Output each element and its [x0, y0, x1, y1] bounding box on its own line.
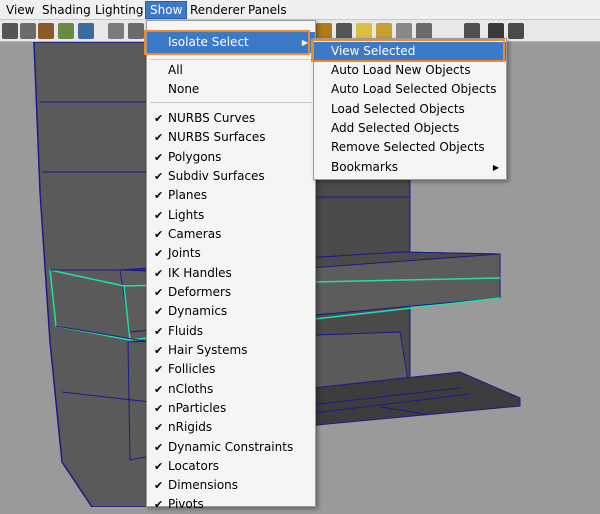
image-plane-icon[interactable] — [58, 23, 74, 39]
menu-item-none[interactable]: None — [147, 80, 315, 99]
menu-lighting[interactable]: Lighting — [91, 2, 148, 18]
submenu-item-view-selected[interactable]: View Selected — [314, 42, 506, 61]
menu-shading[interactable]: Shading — [38, 2, 95, 18]
submenu-item-remove-selected-objects[interactable]: Remove Selected Objects — [314, 138, 506, 157]
menu-item-fluids[interactable]: ✔ Fluids — [147, 322, 315, 341]
two-d-pan-icon[interactable] — [78, 23, 94, 39]
menu-item-joints[interactable]: ✔ Joints — [147, 244, 315, 263]
menu-item-nrigids[interactable]: ✔ nRigids — [147, 418, 315, 437]
check-icon: ✔ — [154, 209, 164, 222]
check-icon: ✔ — [154, 286, 164, 299]
submenu-item-bookmarks[interactable]: Bookmarks ▶ — [314, 158, 506, 177]
menu-show[interactable]: Show — [145, 1, 188, 19]
menu-item-dynamics[interactable]: ✔ Dynamics — [147, 302, 315, 321]
smooth-shade-icon[interactable] — [336, 23, 352, 39]
textured-icon[interactable] — [356, 23, 372, 39]
menu-item-dimensions[interactable]: ✔ Dimensions — [147, 476, 315, 495]
resolution-gate-icon[interactable] — [488, 23, 504, 39]
menu-item-follicles[interactable]: ✔ Follicles — [147, 360, 315, 379]
check-icon: ✔ — [154, 498, 164, 511]
check-icon: ✔ — [154, 112, 164, 125]
xray-icon[interactable] — [416, 23, 432, 39]
menu-item-pivots[interactable]: ✔ Pivots — [147, 495, 315, 514]
check-icon: ✔ — [154, 267, 164, 280]
menu-item-isolate-select[interactable]: Isolate Select ▶ — [147, 32, 315, 53]
camera-attributes-icon[interactable] — [20, 23, 36, 39]
check-icon: ✔ — [154, 421, 164, 434]
check-icon: ✔ — [154, 247, 164, 260]
menu-item-cameras[interactable]: ✔ Cameras — [147, 225, 315, 244]
isolate-icon[interactable] — [464, 23, 480, 39]
submenu-arrow-icon: ▶ — [492, 163, 499, 172]
isolate-select-submenu: View Selected Auto Load New Objects Auto… — [313, 38, 507, 180]
menu-separator — [150, 59, 312, 60]
menu-item-nparticles[interactable]: ✔ nParticles — [147, 399, 315, 418]
menu-item-ik-handles[interactable]: ✔ IK Handles — [147, 264, 315, 283]
submenu-arrow-icon: ▶ — [301, 38, 308, 47]
menu-item-dynamic-constraints[interactable]: ✔ Dynamic Constraints — [147, 438, 315, 457]
menu-renderer[interactable]: Renderer — [186, 2, 249, 18]
show-menu: Isolate Select ▶ All None ✔ NURBS Curves … — [146, 20, 316, 511]
menu-item-nurbs-surfaces[interactable]: ✔ NURBS Surfaces — [147, 128, 315, 147]
menu-item-deformers[interactable]: ✔ Deformers — [147, 283, 315, 302]
submenu-item-add-selected-objects[interactable]: Add Selected Objects — [314, 119, 506, 138]
bookmark-icon[interactable] — [38, 23, 54, 39]
menu-item-lights[interactable]: ✔ Lights — [147, 206, 315, 225]
check-icon: ✔ — [154, 479, 164, 492]
check-icon: ✔ — [154, 151, 164, 164]
check-icon: ✔ — [154, 363, 164, 376]
menu-panels[interactable]: Panels — [244, 2, 291, 18]
submenu-item-auto-load-selected-objects[interactable]: Auto Load Selected Objects — [314, 80, 506, 99]
check-icon: ✔ — [154, 170, 164, 183]
menu-item-subdiv-surfaces[interactable]: ✔ Subdiv Surfaces — [147, 167, 315, 186]
grid-icon[interactable] — [108, 23, 124, 39]
menu-item-locators[interactable]: ✔ Locators — [147, 457, 315, 476]
menu-view[interactable]: View — [2, 2, 38, 18]
check-icon: ✔ — [154, 441, 164, 454]
wireframe-icon[interactable] — [316, 23, 332, 39]
camera-select-icon[interactable] — [2, 23, 18, 39]
menu-item-ncloths[interactable]: ✔ nCloths — [147, 380, 315, 399]
panel-menubar: View Shading Lighting Show Renderer Pane… — [0, 0, 600, 20]
check-icon: ✔ — [154, 189, 164, 202]
menu-item-hair-systems[interactable]: ✔ Hair Systems — [147, 341, 315, 360]
lights-icon[interactable] — [376, 23, 392, 39]
menu-item-planes[interactable]: ✔ Planes — [147, 186, 315, 205]
check-icon: ✔ — [154, 344, 164, 357]
check-icon: ✔ — [154, 325, 164, 338]
hud-icon[interactable] — [508, 23, 524, 39]
menu-item-all[interactable]: All — [147, 61, 315, 80]
menu-item-polygons[interactable]: ✔ Polygons — [147, 148, 315, 167]
check-icon: ✔ — [154, 402, 164, 415]
submenu-item-auto-load-new-objects[interactable]: Auto Load New Objects — [314, 61, 506, 80]
check-icon: ✔ — [154, 305, 164, 318]
film-gate-icon[interactable] — [128, 23, 144, 39]
menu-separator — [150, 102, 312, 103]
check-icon: ✔ — [154, 228, 164, 241]
shadows-icon[interactable] — [396, 23, 412, 39]
check-icon: ✔ — [154, 383, 164, 396]
check-icon: ✔ — [154, 131, 164, 144]
check-icon: ✔ — [154, 460, 164, 473]
menu-item-nurbs-curves[interactable]: ✔ NURBS Curves — [147, 109, 315, 128]
submenu-item-load-selected-objects[interactable]: Load Selected Objects — [314, 100, 506, 119]
